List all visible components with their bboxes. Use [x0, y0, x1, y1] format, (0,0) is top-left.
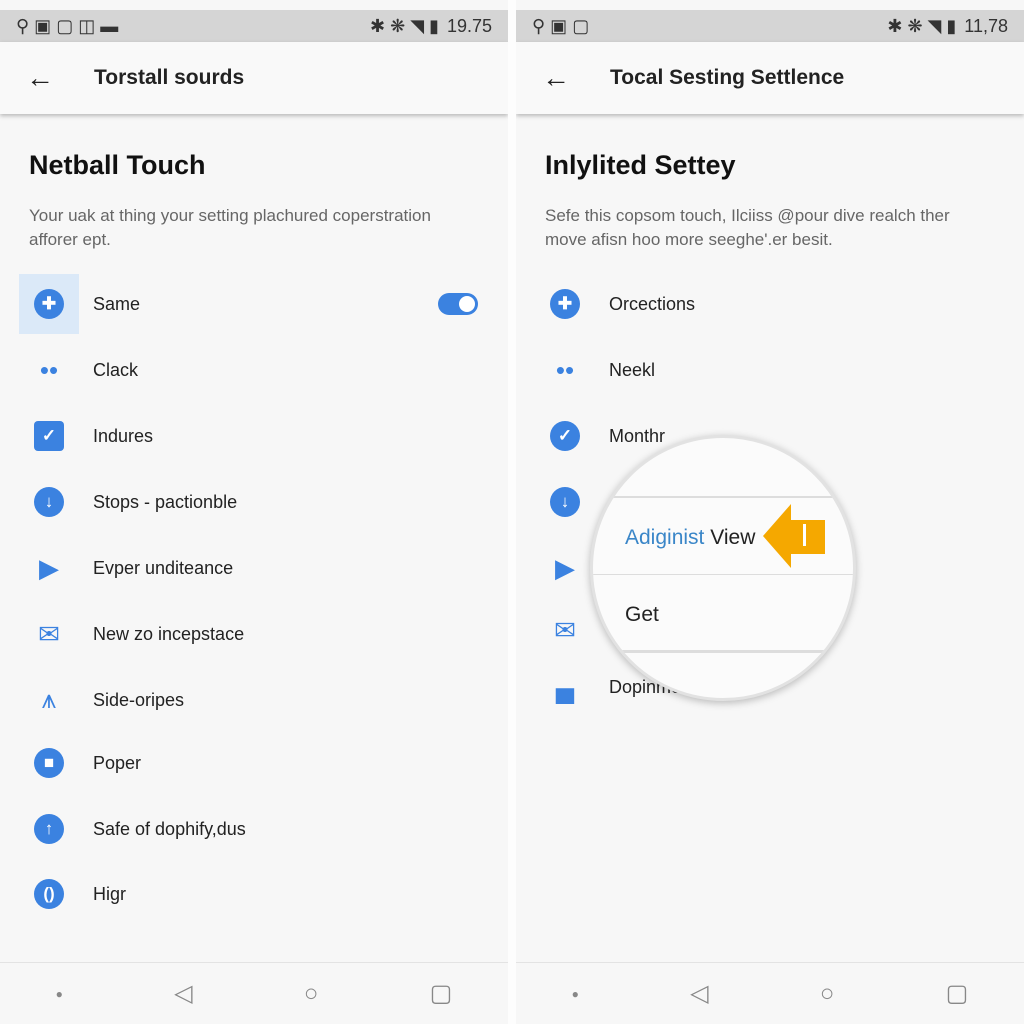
list-item-label: New zo incepstace: [93, 623, 245, 644]
back-arrow-icon[interactable]: ←: [0, 62, 80, 94]
play-icon: ▶: [39, 552, 59, 583]
dot-icon: ●: [55, 986, 63, 1001]
list-item[interactable]: ✚ Orcections: [516, 279, 1024, 329]
store-icon: ▄: [555, 671, 575, 702]
navigation-bar: ● ◁ ○ ▢: [516, 962, 1024, 1024]
list-item-label: Evper unditeance: [93, 557, 234, 578]
people-icon: ••: [555, 354, 575, 385]
app-bar-title: Tocal Sesting Settlence: [610, 66, 845, 89]
signal-icons: ✱ ❋ ◥ ▮: [370, 15, 439, 36]
home-nav-icon[interactable]: ○: [304, 980, 319, 1008]
people-icon: ••: [39, 354, 59, 385]
list-item-label: Monthr: [609, 425, 666, 446]
mail-icon: ✉: [554, 614, 576, 645]
status-bar: ⚲ ▣ ▢ ◫ ▬ ✱ ❋ ◥ ▮ 19.75: [0, 10, 508, 42]
popup-item-view[interactable]: Adiginist View: [625, 526, 755, 550]
app-bar: ← Torstall sourds: [0, 42, 508, 114]
list-item[interactable]: ↑ Safe of dophify,dus: [0, 804, 508, 854]
notification-icons: ⚲ ▣ ▢: [532, 15, 590, 36]
download-icon: ↓: [30, 483, 68, 521]
notification-icons: ⚲ ▣ ▢ ◫ ▬: [16, 15, 119, 36]
list-item[interactable]: ▶ Evper unditeance: [0, 543, 508, 593]
list-item[interactable]: ■ Poper: [0, 738, 508, 788]
back-nav-icon[interactable]: ◁: [690, 979, 708, 1008]
list-item[interactable]: ✚ Same: [0, 274, 508, 334]
compass-icon: ✚: [19, 274, 79, 334]
left-screen: ⚲ ▣ ▢ ◫ ▬ ✱ ❋ ◥ ▮ 19.75 ← Torstall sourds N…: [0, 0, 508, 1024]
bracket-circle-icon: (): [30, 875, 68, 913]
signal-icons: ✱ ❋ ◥ ▮: [887, 15, 957, 36]
back-arrow-icon[interactable]: ←: [516, 62, 596, 94]
status-bar: ⚲ ▣ ▢ ✱ ❋ ◥ ▮ 11,78: [516, 10, 1024, 42]
list-item-label: Stops - pactionble: [93, 491, 238, 512]
list-item-label: Safe of dophify,dus: [93, 818, 246, 839]
app-bar-title: Torstall sourds: [94, 66, 245, 89]
compass-icon: ✚: [546, 285, 584, 323]
page-description: Your uak at thing your setting plachured…: [29, 206, 431, 249]
list-item-label: Clack: [93, 359, 139, 380]
list-item[interactable]: •• Clack: [0, 345, 508, 395]
clock: 11,78: [964, 15, 1008, 36]
popup-item-get[interactable]: Get: [625, 603, 659, 627]
clock: 19.75: [446, 15, 492, 36]
list-item-label: Side-oripes: [93, 689, 185, 710]
check-circle-icon: ✓: [546, 417, 584, 455]
list-item-label: Neekl: [609, 359, 656, 380]
recents-nav-icon[interactable]: ▢: [430, 979, 453, 1008]
mail-icon: ✉: [38, 618, 60, 649]
recents-nav-icon[interactable]: ▢: [946, 979, 969, 1008]
list-item-label: Poper: [93, 752, 142, 773]
list-item-label: Indures: [93, 425, 154, 446]
list-item[interactable]: ↓ Stops - pactionble: [0, 477, 508, 527]
list-item-label: Orcections: [609, 293, 696, 314]
page-description: Sefe this copsom touch, Ilciiss @pour di…: [545, 206, 950, 249]
play-icon: ▶: [555, 552, 575, 583]
popup-item-view-blue: Adiginist: [625, 526, 705, 549]
checkbox-icon: ✓: [30, 417, 68, 455]
navigation-bar: ● ◁ ○ ▢: [0, 962, 508, 1024]
home-nav-icon[interactable]: ○: [820, 980, 835, 1008]
list-item-label: Higr: [93, 883, 127, 904]
list-item-label: Same: [93, 293, 141, 314]
list-item[interactable]: ✓ Indures: [0, 411, 508, 461]
up-arrow-circle-icon: ↑: [30, 810, 68, 848]
list-item[interactable]: () Higr: [0, 869, 508, 919]
list-item[interactable]: ✉ New zo incepstace: [0, 609, 508, 659]
list-item[interactable]: •• Neekl: [516, 345, 1024, 395]
magnifier-popup: Adiginist View Get: [590, 435, 856, 701]
dot-icon: ●: [571, 986, 579, 1001]
page-title: Inlylited Settey: [545, 150, 736, 180]
square-circle-icon: ■: [30, 744, 68, 782]
app-bar: ← Tocal Sesting Settlence: [516, 42, 1024, 114]
list-item[interactable]: ⩚ Side-oripes: [0, 675, 508, 725]
popup-item-view-black: View: [710, 526, 756, 549]
download-icon: ↓: [546, 483, 584, 521]
back-nav-icon[interactable]: ◁: [174, 979, 192, 1008]
antenna-icon: ⩚: [41, 684, 57, 714]
toggle-switch[interactable]: [438, 293, 478, 315]
page-title: Netball Touch: [29, 150, 206, 180]
pointer-arrow-icon: [763, 504, 825, 568]
